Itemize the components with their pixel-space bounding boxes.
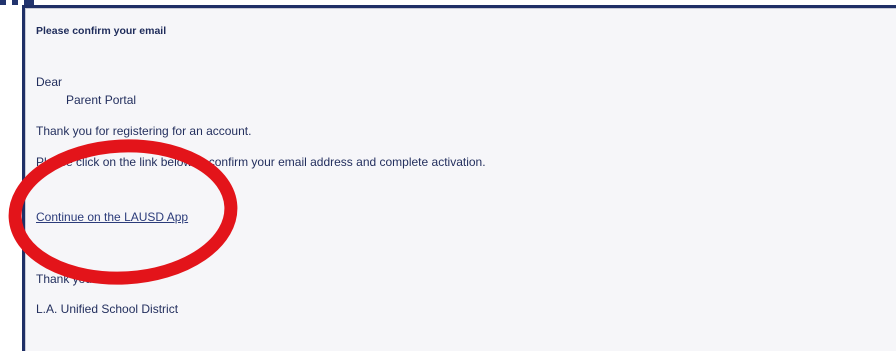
email-recipient: Parent Portal (66, 93, 137, 107)
email-thanks-line: Thank you for registering for an account… (36, 124, 252, 138)
email-body-panel (22, 5, 896, 351)
email-signoff: Thank you (36, 272, 93, 286)
email-greeting: Dear (36, 75, 63, 89)
email-subject: Please confirm your email (36, 25, 167, 37)
email-inner-border (25, 8, 896, 351)
continue-lausd-app-link[interactable]: Continue on the LAUSD App (36, 210, 188, 224)
email-instruction: Please click on the link below to confir… (36, 155, 486, 169)
email-sender: L.A. Unified School District (36, 302, 179, 316)
